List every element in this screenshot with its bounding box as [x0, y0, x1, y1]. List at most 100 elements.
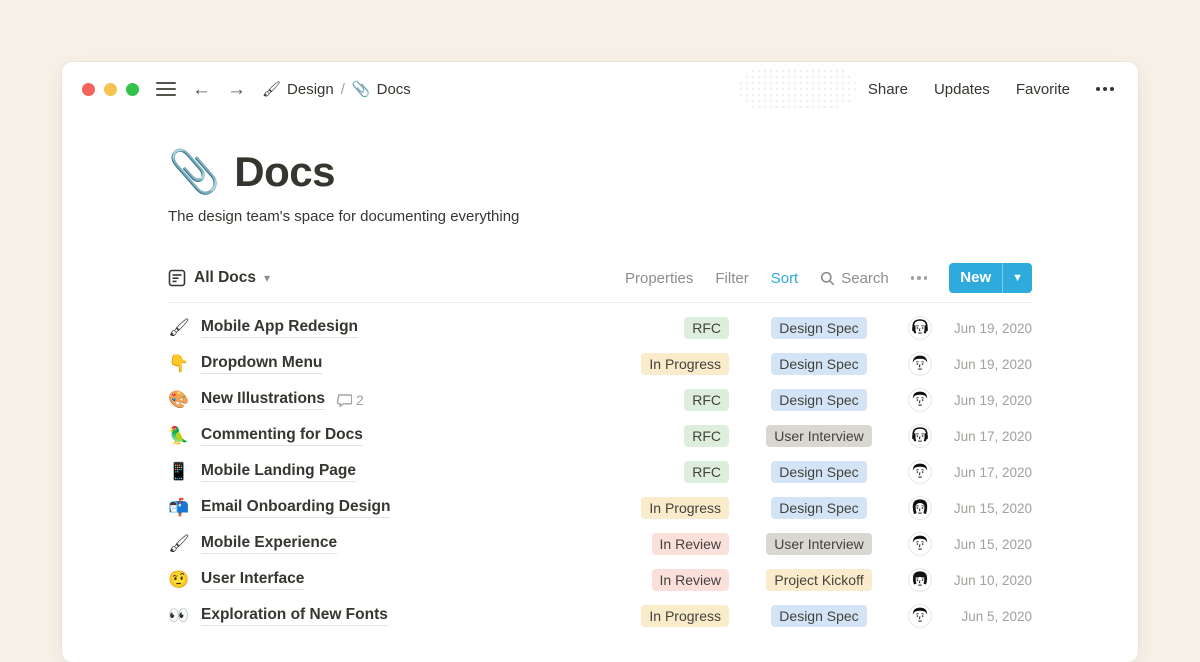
status-badge: RFC [684, 461, 729, 483]
date-value: Jun 17, 2020 [944, 429, 1032, 444]
table-row[interactable]: 🤨User InterfaceIn ReviewProject KickoffJ… [168, 562, 1032, 598]
doc-title-link[interactable]: Email Onboarding Design [201, 498, 390, 518]
blurred-element [738, 68, 856, 108]
doc-type-badge: Design Spec [771, 389, 866, 411]
avatar [908, 604, 932, 628]
properties-button[interactable]: Properties [625, 270, 693, 287]
doc-emoji-icon: 🖌 [168, 318, 190, 338]
filter-button[interactable]: Filter [715, 270, 748, 287]
paperclip-page-icon[interactable]: 📎 [168, 151, 220, 193]
doc-type-badge: User Interview [766, 533, 871, 555]
status-badge: In Review [652, 569, 729, 591]
table-row[interactable]: 📱 Mobile Landing Page RFC Design Spec Jun 17… [168, 454, 1032, 490]
doc-emoji-icon: 🎨 [168, 390, 190, 410]
search-label: Search [841, 270, 889, 287]
breadcrumb-label: Docs [377, 81, 411, 98]
database-toolbar: All Docs ▾ Properties Filter Sort Search… [168, 263, 1032, 293]
forward-arrow-icon[interactable]: → [227, 80, 246, 99]
table-row[interactable]: 👇 Dropdown Menu In Progress Design Spec Jun … [168, 346, 1032, 382]
zoom-window-button[interactable] [126, 83, 139, 96]
table-row[interactable]: 🖌 Mobile App Redesign RFC Design Spec Jun 19… [168, 310, 1032, 346]
date-value: Jun 15, 2020 [944, 501, 1032, 516]
status-badge: In Progress [641, 605, 729, 627]
comment-count[interactable]: 2 [336, 392, 364, 408]
doc-title-link[interactable]: Mobile Landing Page [201, 462, 356, 482]
list-view-icon [168, 269, 186, 287]
date-value: Jun 17, 2020 [944, 465, 1032, 480]
share-button[interactable]: Share [868, 81, 908, 98]
doc-title-link[interactable]: Mobile App Redesign [201, 318, 358, 338]
avatar [908, 424, 932, 448]
table-row[interactable]: 🦜 Commenting for Docs RFC User Interview Jun… [168, 418, 1032, 454]
page-subtitle: The design team's space for documenting … [168, 208, 1032, 225]
status-badge: In Review [652, 533, 729, 555]
breadcrumb-item-docs[interactable]: 📎 Docs [352, 80, 411, 98]
doc-type-badge: Design Spec [771, 461, 866, 483]
date-value: Jun 19, 2020 [944, 357, 1032, 372]
table-row[interactable]: 🖌 Mobile Experience In Review User Intervie… [168, 526, 1032, 562]
new-dropdown-icon[interactable]: ▼ [1003, 272, 1032, 284]
close-window-button[interactable] [82, 83, 95, 96]
doc-type-badge: Design Spec [771, 605, 866, 627]
app-window: ← → 🖌 Design / 📎 Docs Share Updates Favo… [62, 62, 1138, 662]
table-row[interactable]: 📬Email Onboarding DesignIn ProgressDesig… [168, 490, 1032, 526]
breadcrumb-separator: / [341, 81, 345, 98]
search-icon [820, 271, 835, 286]
status-badge: RFC [684, 317, 729, 339]
table-row[interactable]: 👀 Exploration of New Fonts In Progress Desi… [168, 598, 1032, 634]
comment-icon [336, 392, 352, 408]
date-value: Jun 10, 2020 [944, 573, 1032, 588]
doc-type-badge: Design Spec [771, 317, 866, 339]
sort-button[interactable]: Sort [771, 270, 799, 287]
page-header: 📎 Docs [168, 148, 1032, 196]
status-badge: In Progress [641, 353, 729, 375]
doc-emoji-icon: 👇 [168, 354, 190, 374]
view-switcher[interactable]: All Docs ▾ [168, 269, 270, 287]
avatar [908, 496, 932, 520]
back-arrow-icon[interactable]: ← [192, 80, 211, 99]
doc-title-link[interactable]: New Illustrations [201, 390, 325, 410]
window-topbar: ← → 🖌 Design / 📎 Docs Share Updates Favo… [82, 74, 1114, 104]
doc-title-link[interactable]: User Interface [201, 570, 304, 590]
paperclip-icon: 📎 [352, 80, 371, 98]
doc-emoji-icon: 👀 [168, 606, 190, 626]
doc-emoji-icon: 📬 [168, 498, 190, 518]
date-value: Jun 19, 2020 [944, 321, 1032, 336]
date-value: Jun 15, 2020 [944, 537, 1032, 552]
new-button[interactable]: New ▼ [949, 263, 1032, 293]
status-badge: RFC [684, 389, 729, 411]
doc-title-link[interactable]: Commenting for Docs [201, 426, 363, 446]
minimize-window-button[interactable] [104, 83, 117, 96]
sidebar-menu-icon[interactable] [156, 82, 176, 96]
doc-title-link[interactable]: Dropdown Menu [201, 354, 322, 374]
updates-button[interactable]: Updates [934, 81, 990, 98]
more-options-icon[interactable] [1096, 87, 1114, 91]
favorite-button[interactable]: Favorite [1016, 81, 1070, 98]
doc-emoji-icon: 🤨 [168, 570, 190, 590]
avatar [908, 568, 932, 592]
doc-table: 🖌 Mobile App Redesign RFC Design Spec Jun 19… [168, 303, 1032, 634]
date-value: Jun 19, 2020 [944, 393, 1032, 408]
toolbar-more-icon[interactable] [911, 276, 928, 280]
paintbrush-icon: 🖌 [262, 80, 281, 98]
avatar [908, 532, 932, 556]
status-badge: RFC [684, 425, 729, 447]
chevron-down-icon: ▾ [264, 271, 270, 285]
breadcrumb: 🖌 Design / 📎 Docs [262, 80, 411, 98]
doc-type-badge: Design Spec [771, 353, 866, 375]
table-row[interactable]: 🎨 New Illustrations 2 RFC Design Spec Jun 19,… [168, 382, 1032, 418]
doc-title-link[interactable]: Mobile Experience [201, 534, 337, 554]
comment-count-value: 2 [356, 392, 364, 408]
doc-title-link[interactable]: Exploration of New Fonts [201, 606, 388, 626]
doc-emoji-icon: 🖌 [168, 534, 190, 554]
date-value: Jun 5, 2020 [944, 609, 1032, 624]
new-button-label: New [949, 263, 1002, 293]
view-label: All Docs [194, 269, 256, 287]
avatar [908, 316, 932, 340]
doc-type-badge: User Interview [766, 425, 871, 447]
doc-emoji-icon: 🦜 [168, 426, 190, 446]
traffic-lights [82, 83, 139, 96]
breadcrumb-item-design[interactable]: 🖌 Design [262, 80, 334, 98]
search-button[interactable]: Search [820, 270, 889, 287]
doc-emoji-icon: 📱 [168, 462, 190, 482]
